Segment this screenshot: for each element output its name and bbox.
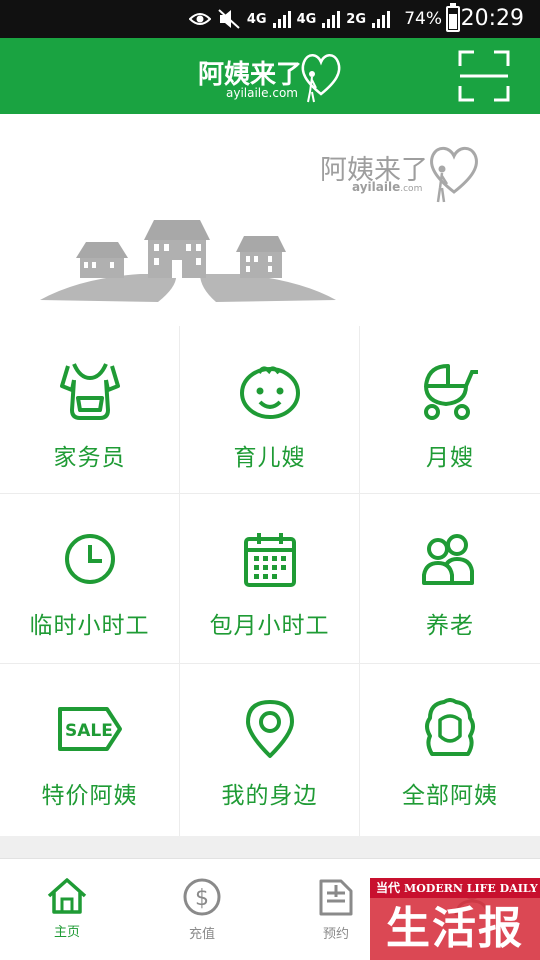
service-nearby[interactable]: 我的身边 [180,664,360,836]
eye-icon [188,13,211,25]
svg-text:$: $ [195,886,209,911]
tab-booking[interactable]: 预约 [296,877,376,957]
signal-icon-3 [372,10,390,28]
signal-icon-1 [272,10,291,28]
clock-time: 20:29 [460,6,524,31]
woman-hair-icon [415,694,485,764]
banner-brand-domain-suffix: .com [400,184,423,194]
service-nanny[interactable]: 育儿嫂 [180,326,360,494]
elderly-people-icon [415,524,485,594]
houses-illustration [40,220,336,302]
watermark-top-cn: 当代 [376,881,401,895]
service-temporary-hourly[interactable]: 临时小时工 [0,494,180,664]
watermark-top-en: MODERN LIFE DAILY [404,882,538,895]
service-housekeeper[interactable]: 家务员 [0,326,180,494]
heart-logo-icon [301,54,341,103]
service-label: 育儿嫂 [233,445,306,471]
service-label: 月嫂 [426,445,474,471]
tab-label: 充值 [188,927,215,942]
heart-logo-icon [430,146,478,203]
tab-label: 预约 [322,927,349,942]
service-label: 养老 [426,613,474,639]
stroller-icon [415,356,485,426]
dollar-coin-icon: $ [183,878,221,916]
location-pin-icon [235,694,305,764]
mute-icon [218,9,240,29]
battery-icon [446,3,460,32]
banner-brand: 阿姨来了 ayilaile.com [320,136,490,206]
banner-brand-domain-main: ayilaile [352,180,401,194]
app-header: 阿姨来了 ayilaile.com [0,38,540,114]
watermark-title: 生活报 [370,898,540,960]
tab-recharge[interactable]: $ 充值 [162,877,242,957]
logo-domain: ayilaile.com [226,86,298,100]
scan-frame-icon [458,50,510,102]
service-label: 特价阿姨 [41,783,138,809]
network-type-1: 4G [246,11,267,27]
app-logo: 阿姨来了 ayilaile.com [198,48,348,106]
status-bar: 4G 4G 2G 74% 20:29 [0,0,540,38]
newspaper-watermark: 当代 MODERN LIFE DAILY 生活报 [370,878,540,960]
service-monthly-hourly[interactable]: 包月小时工 [180,494,360,664]
battery-percent: 74% [404,9,442,29]
signal-icon-2 [322,10,341,28]
service-elderly-care[interactable]: 养老 [360,494,540,664]
clock-icon [55,524,125,594]
service-maternity-nurse[interactable]: 月嫂 [360,326,540,494]
service-label: 包月小时工 [209,613,330,639]
banner[interactable]: 阿姨来了 ayilaile.com [0,114,540,324]
service-label: 全部阿姨 [402,783,498,809]
tab-label: 主页 [53,925,80,940]
section-divider [0,836,540,858]
service-special-offer[interactable]: SALE 特价阿姨 [0,664,180,836]
service-label: 临时小时工 [29,613,150,639]
baby-face-icon [235,356,305,426]
tab-home[interactable]: 主页 [27,877,107,957]
service-label: 家务员 [53,445,126,471]
apron-icon [55,356,125,426]
network-type-2: 4G [296,11,317,27]
service-grid: 家务员 育儿嫂 月嫂 临时小时工 包月小时工 养老 SALE 特价阿姨 我的身边… [0,326,540,836]
network-type-3: 2G [346,11,366,27]
service-label: 我的身边 [221,783,318,809]
clipboard-icon [319,879,353,916]
home-icon [47,878,87,914]
scan-button[interactable] [458,50,510,102]
calendar-icon [235,524,305,594]
watermark-header: 当代 MODERN LIFE DAILY [370,878,540,898]
status-icons: 4G 4G 2G [188,7,390,31]
service-all-aunties[interactable]: 全部阿姨 [360,664,540,836]
banner-brand-domain: ayilaile.com [352,180,422,194]
svg-text:SALE: SALE [65,721,113,741]
sale-tag-icon: SALE [55,694,125,764]
